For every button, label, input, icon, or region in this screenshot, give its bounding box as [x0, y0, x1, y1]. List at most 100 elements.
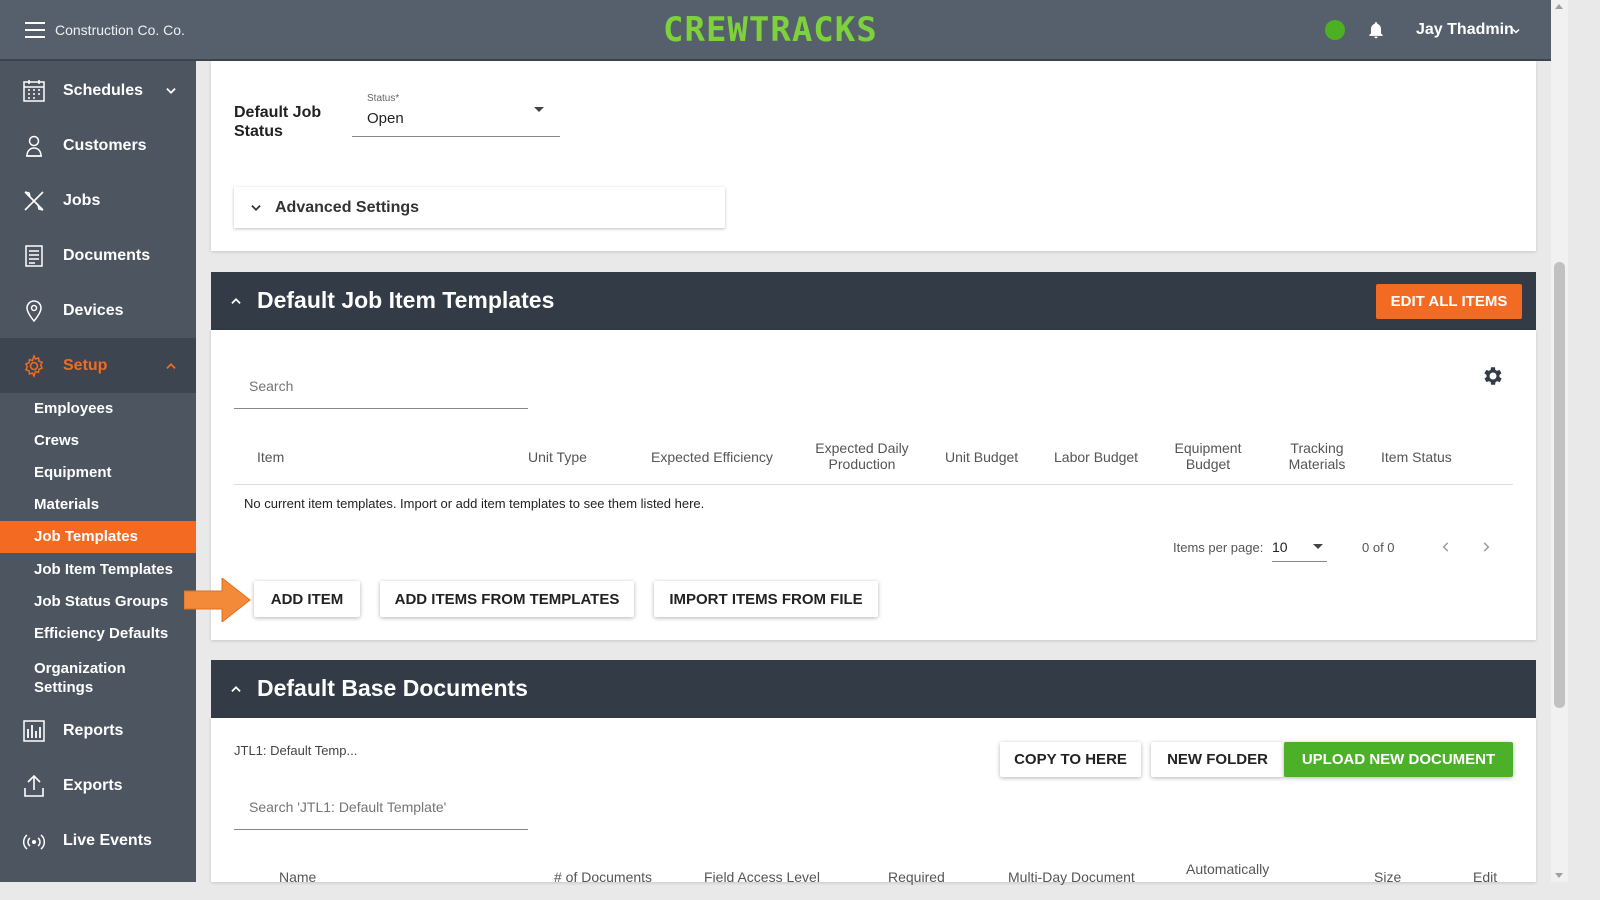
chevron-down-icon [251, 205, 261, 211]
copy-to-here-button[interactable]: COPY TO HERE [1000, 742, 1141, 777]
top-bar: Construction Co. Co. CREWTRACKS Jay Thad… [0, 0, 1551, 61]
chevron-up-icon[interactable] [229, 682, 243, 696]
app-logo[interactable]: CREWTRACKS [663, 10, 878, 50]
folder-breadcrumb[interactable]: JTL1: Default Temp... [234, 743, 357, 758]
base-documents-header: Default Base Documents [211, 660, 1536, 718]
broadcast-icon [22, 834, 46, 850]
scroll-up-icon[interactable] [1555, 4, 1563, 9]
scroll-down-icon[interactable] [1555, 873, 1563, 878]
status-value: Open [367, 110, 404, 127]
chevron-up-icon[interactable] [229, 294, 243, 308]
sidebar-item-label: Devices [63, 302, 124, 319]
column-header-item[interactable]: Item [257, 449, 284, 465]
document-search-input[interactable] [234, 784, 528, 830]
status-select[interactable]: Status* Open [352, 91, 560, 137]
sidebar-sub-employees[interactable]: Employees [0, 393, 196, 425]
add-item-button[interactable]: ADD ITEM [254, 581, 360, 617]
sidebar-sub-job-templates[interactable]: Job Templates [0, 521, 196, 553]
scroll-thumb[interactable] [1554, 262, 1565, 708]
sidebar-item-label: Customers [63, 137, 147, 154]
tools-icon [24, 191, 44, 211]
sidebar-item-documents[interactable]: Documents [0, 228, 196, 283]
column-header-field-access-level[interactable]: Field Access Level [704, 869, 820, 885]
sidebar-sub-crews[interactable]: Crews [0, 425, 196, 457]
sidebar-sub-organization-settings[interactable]: Organization Settings [0, 656, 150, 700]
add-items-from-templates-button[interactable]: ADD ITEMS FROM TEMPLATES [380, 581, 634, 617]
sidebar-sub-job-status-groups[interactable]: Job Status Groups [0, 586, 196, 618]
column-header-automatically[interactable]: Automatically [1186, 861, 1269, 877]
new-folder-button[interactable]: NEW FOLDER [1151, 742, 1284, 777]
pagination-range: 0 of 0 [1362, 540, 1395, 555]
item-templates-card: Item Unit Type Expected Efficiency Expec… [211, 330, 1536, 640]
hamburger-menu-icon[interactable] [25, 22, 45, 38]
column-header-size[interactable]: Size [1374, 869, 1401, 885]
sidebar-item-schedules[interactable]: Schedules [0, 63, 196, 118]
sidebar-item-label: Reports [63, 722, 124, 739]
edit-all-items-button[interactable]: EDIT ALL ITEMS [1376, 284, 1522, 319]
gear-icon [25, 354, 43, 378]
sidebar-item-setup[interactable]: Setup [0, 338, 196, 393]
column-header-item-status[interactable]: Item Status [1381, 449, 1452, 465]
advanced-settings-expander[interactable]: Advanced Settings [234, 187, 725, 228]
item-search-input[interactable] [234, 363, 528, 409]
column-header-num-documents[interactable]: # of Documents [554, 869, 652, 885]
sidebar-sub-materials[interactable]: Materials [0, 489, 196, 521]
sidebar-item-label: Schedules [63, 82, 144, 99]
column-header-equipment-budget[interactable]: Equipment Budget [1171, 440, 1245, 472]
document-icon [25, 245, 43, 267]
sidebar-item-label: Exports [63, 777, 123, 794]
dropdown-caret-icon [1313, 544, 1323, 549]
upload-new-document-button[interactable]: UPLOAD NEW DOCUMENT [1284, 742, 1513, 777]
advanced-settings-label: Advanced Settings [275, 199, 420, 216]
sidebar-sub-equipment[interactable]: Equipment [0, 457, 196, 489]
sidebar-item-devices[interactable]: Devices [0, 283, 196, 338]
column-header-unit-type[interactable]: Unit Type [528, 449, 587, 465]
default-job-status-label: Default Job Status [234, 104, 322, 140]
table-settings-gear-icon[interactable] [1481, 364, 1505, 388]
column-header-required[interactable]: Required [888, 869, 945, 885]
sidebar-item-label: Documents [63, 247, 151, 264]
import-items-from-file-button[interactable]: IMPORT ITEMS FROM FILE [654, 581, 878, 617]
sidebar-item-jobs[interactable]: Jobs [0, 173, 196, 228]
user-menu[interactable]: Jay Thadmin [1416, 21, 1514, 39]
chevron-left-icon[interactable] [1439, 539, 1453, 555]
sidebar-item-live-events[interactable]: Live Events [0, 813, 196, 868]
sidebar-item-label: Setup [63, 357, 108, 374]
sidebar-item-exports[interactable]: Exports [0, 758, 196, 813]
sidebar-item-customers[interactable]: Customers [0, 118, 196, 173]
column-header-edit[interactable]: Edit [1473, 869, 1497, 885]
column-header-labor-budget[interactable]: Labor Budget [1054, 449, 1138, 465]
section-title: Default Job Item Templates [257, 287, 555, 313]
base-documents-card: JTL1: Default Temp... COPY TO HERE NEW F… [211, 718, 1536, 885]
sidebar-item-label: Live Events [63, 832, 152, 849]
column-header-name[interactable]: Name [279, 869, 316, 885]
items-per-page-select[interactable]: 10 [1272, 534, 1327, 562]
column-header-expected-daily-production[interactable]: Expected Daily Production [809, 440, 915, 472]
table-divider [234, 484, 1513, 485]
column-header-multi-day-document[interactable]: Multi-Day Document [1008, 869, 1135, 885]
bar-chart-icon [23, 720, 45, 742]
dropdown-caret-icon [534, 107, 544, 112]
pointer-arrow-icon [184, 578, 251, 622]
job-settings-card: Default Job Status Status* Open Advanced… [211, 61, 1536, 251]
column-header-expected-efficiency[interactable]: Expected Efficiency [651, 449, 773, 465]
person-icon [26, 135, 42, 157]
column-header-unit-budget[interactable]: Unit Budget [945, 449, 1018, 465]
chevron-down-icon[interactable] [1510, 25, 1522, 37]
chevron-down-icon [166, 88, 176, 94]
calendar-icon [23, 80, 45, 102]
sidebar-sub-job-item-templates[interactable]: Job Item Templates [0, 554, 196, 586]
item-templates-header: Default Job Item Templates EDIT ALL ITEM… [211, 272, 1536, 330]
items-per-page-label: Items per page: [1173, 540, 1264, 555]
column-header-tracking-materials[interactable]: Tracking Materials [1285, 440, 1349, 472]
notifications-bell-icon[interactable] [1366, 19, 1386, 41]
location-pin-icon [26, 300, 42, 323]
upload-icon [24, 774, 44, 797]
sidebar-sub-efficiency-defaults[interactable]: Efficiency Defaults [0, 618, 196, 650]
section-title: Default Base Documents [257, 675, 528, 701]
items-per-page-value: 10 [1272, 539, 1288, 555]
chevron-right-icon[interactable] [1479, 539, 1493, 555]
page-scrollbar[interactable] [1551, 0, 1568, 882]
sidebar-item-reports[interactable]: Reports [0, 703, 196, 758]
chevron-up-icon [166, 363, 176, 369]
